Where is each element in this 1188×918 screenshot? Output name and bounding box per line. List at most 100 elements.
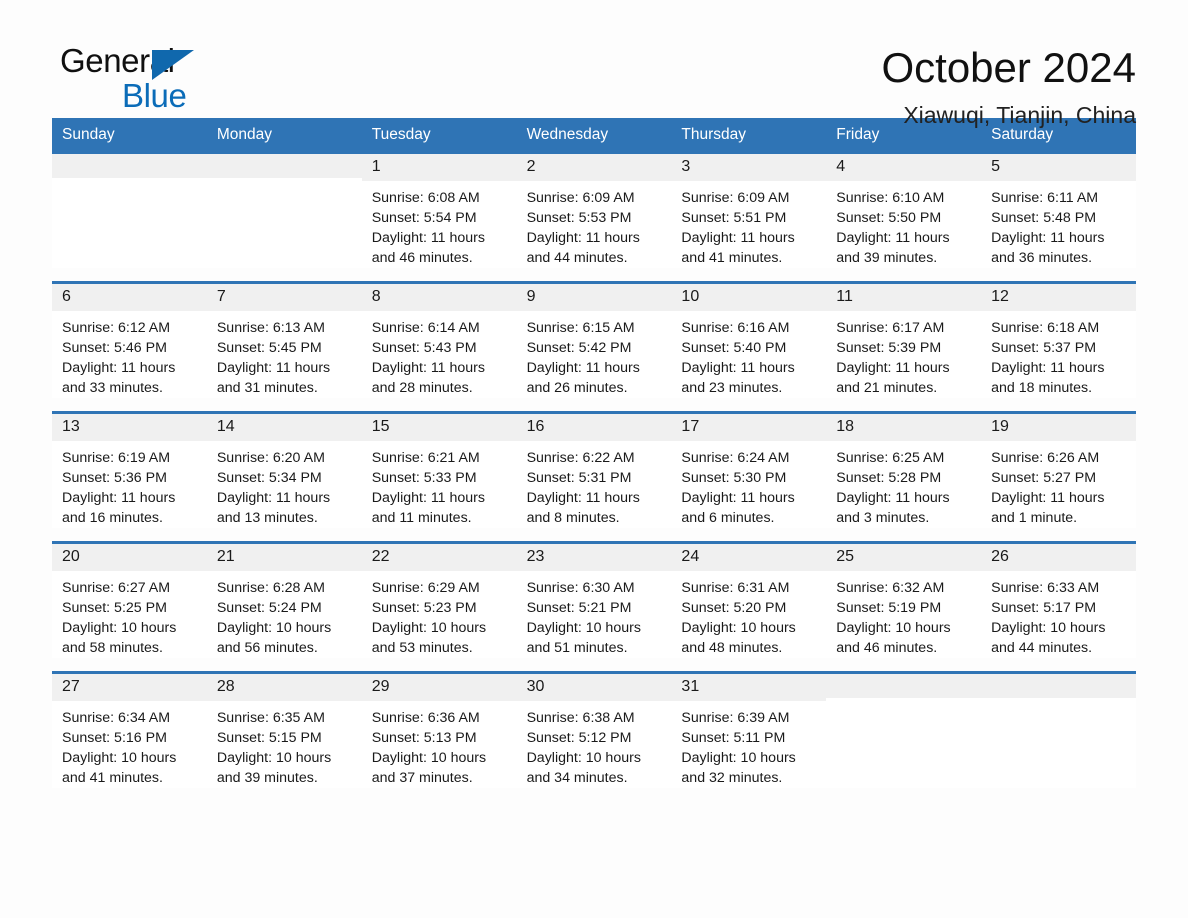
- day-details: Sunrise: 6:08 AM Sunset: 5:54 PM Daylight:…: [362, 181, 517, 268]
- day-number: 27: [52, 673, 207, 701]
- day-cell[interactable]: 2 Sunrise: 6:09 AM Sunset: 5:53 PM Daylight…: [516, 153, 672, 268]
- day-cell[interactable]: 21 Sunrise: 6:28 AM Sunset: 5:24 PM Dayligh…: [206, 543, 362, 658]
- day-cell[interactable]: 5 Sunrise: 6:11 AM Sunset: 5:48 PM Daylight…: [981, 153, 1136, 268]
- day-number: [206, 153, 362, 178]
- sunset-text: Sunset: 5:24 PM: [216, 599, 322, 616]
- sunset-text: Sunset: 5:42 PM: [526, 339, 632, 356]
- daylight-text: Daylight: 10 hours and 48 minutes.: [681, 619, 796, 656]
- general-blue-logo: General Blue: [52, 44, 242, 116]
- day-number: 31: [671, 673, 827, 701]
- sunset-text: Sunset: 5:31 PM: [526, 469, 632, 486]
- day-cell[interactable]: 7 Sunrise: 6:13 AM Sunset: 5:45 PM Daylight…: [206, 283, 362, 398]
- day-cell[interactable]: 24 Sunrise: 6:31 AM Sunset: 5:20 PM Dayligh…: [671, 543, 827, 658]
- calendar-week-row: 27 Sunrise: 6:34 AM Sunset: 5:16 PM Dayligh…: [52, 670, 1136, 788]
- day-cell[interactable]: 30 Sunrise: 6:38 AM Sunset: 5:12 PM Dayligh…: [516, 673, 672, 788]
- day-cell[interactable]: 28 Sunrise: 6:35 AM Sunset: 5:15 PM Dayligh…: [206, 673, 362, 788]
- day-cell[interactable]: 25 Sunrise: 6:32 AM Sunset: 5:19 PM Dayligh…: [826, 543, 982, 658]
- sunset-text: Sunset: 5:15 PM: [216, 729, 322, 746]
- day-cell[interactable]: 31 Sunrise: 6:39 AM Sunset: 5:11 PM Dayligh…: [671, 673, 827, 788]
- day-cell[interactable]: 8 Sunrise: 6:14 AM Sunset: 5:43 PM Daylight…: [361, 283, 517, 398]
- day-cell[interactable]: 10 Sunrise: 6:16 AM Sunset: 5:40 PM Dayligh…: [671, 283, 827, 398]
- day-cell[interactable]: 17 Sunrise: 6:24 AM Sunset: 5:30 PM Dayligh…: [671, 413, 827, 528]
- sunrise-text: Sunrise: 6:08 AM: [371, 189, 480, 206]
- daylight-text: Daylight: 11 hours and 18 minutes.: [991, 359, 1105, 396]
- day-details: Sunrise: 6:39 AM Sunset: 5:11 PM Daylight:…: [671, 701, 826, 788]
- calendar-week-row: 20 Sunrise: 6:27 AM Sunset: 5:25 PM Dayligh…: [52, 540, 1136, 658]
- daylight-text: Daylight: 11 hours and 13 minutes.: [216, 489, 331, 526]
- page-header: General Blue October 2024 Xiawuqi, Tianj…: [52, 0, 1136, 128]
- sunrise-text: Sunrise: 6:29 AM: [371, 579, 480, 596]
- day-cell[interactable]: 19 Sunrise: 6:26 AM Sunset: 5:27 PM Dayligh…: [981, 413, 1136, 528]
- title-block: October 2024 Xiawuqi, Tianjin, China: [881, 44, 1136, 129]
- day-number: 1: [361, 153, 517, 181]
- sunset-text: Sunset: 5:48 PM: [991, 209, 1097, 226]
- day-cell[interactable]: 12 Sunrise: 6:18 AM Sunset: 5:37 PM Dayligh…: [981, 283, 1136, 398]
- day-cell[interactable]: 1 Sunrise: 6:08 AM Sunset: 5:54 PM Daylight…: [361, 153, 517, 268]
- day-details: Sunrise: 6:12 AM Sunset: 5:46 PM Daylight:…: [52, 311, 207, 398]
- sunrise-text: Sunrise: 6:22 AM: [526, 449, 635, 466]
- daylight-text: Daylight: 11 hours and 16 minutes.: [62, 489, 176, 526]
- sunset-text: Sunset: 5:20 PM: [681, 599, 787, 616]
- day-details: Sunrise: 6:14 AM Sunset: 5:43 PM Daylight:…: [362, 311, 517, 398]
- day-details: Sunrise: 6:09 AM Sunset: 5:51 PM Daylight:…: [671, 181, 826, 268]
- day-number: 22: [361, 543, 517, 571]
- day-number: 30: [516, 673, 672, 701]
- logo-word-blue: Blue: [122, 77, 187, 114]
- sunset-text: Sunset: 5:53 PM: [526, 209, 632, 226]
- day-cell[interactable]: 11 Sunrise: 6:17 AM Sunset: 5:39 PM Dayligh…: [826, 283, 982, 398]
- day-cell-empty: [52, 153, 207, 268]
- day-cell[interactable]: 6 Sunrise: 6:12 AM Sunset: 5:46 PM Daylight…: [52, 283, 207, 398]
- day-number: 21: [206, 543, 362, 571]
- day-cell[interactable]: 4 Sunrise: 6:10 AM Sunset: 5:50 PM Daylight…: [826, 153, 982, 268]
- calendar-week-row: 6 Sunrise: 6:12 AM Sunset: 5:46 PM Daylight…: [52, 280, 1136, 398]
- day-details: Sunrise: 6:17 AM Sunset: 5:39 PM Daylight:…: [826, 311, 981, 398]
- day-cell[interactable]: 18 Sunrise: 6:25 AM Sunset: 5:28 PM Dayligh…: [826, 413, 982, 528]
- day-number: 10: [671, 283, 827, 311]
- daylight-text: Daylight: 11 hours and 39 minutes.: [836, 229, 950, 266]
- day-details: Sunrise: 6:10 AM Sunset: 5:50 PM Daylight:…: [826, 181, 981, 268]
- sunset-text: Sunset: 5:37 PM: [991, 339, 1097, 356]
- sunrise-text: Sunrise: 6:30 AM: [526, 579, 635, 596]
- day-cell[interactable]: 20 Sunrise: 6:27 AM Sunset: 5:25 PM Dayligh…: [52, 543, 207, 658]
- sunset-text: Sunset: 5:39 PM: [836, 339, 942, 356]
- logo-word-general: General: [60, 42, 175, 79]
- day-cell[interactable]: 22 Sunrise: 6:29 AM Sunset: 5:23 PM Dayligh…: [361, 543, 517, 658]
- sunrise-text: Sunrise: 6:12 AM: [62, 319, 171, 336]
- sunset-text: Sunset: 5:34 PM: [216, 469, 322, 486]
- day-details: Sunrise: 6:27 AM Sunset: 5:25 PM Daylight:…: [52, 571, 207, 658]
- sunrise-text: Sunrise: 6:09 AM: [526, 189, 635, 206]
- day-cell[interactable]: 14 Sunrise: 6:20 AM Sunset: 5:34 PM Dayligh…: [206, 413, 362, 528]
- day-details: Sunrise: 6:11 AM Sunset: 5:48 PM Daylight:…: [981, 181, 1136, 268]
- day-cell[interactable]: 15 Sunrise: 6:21 AM Sunset: 5:33 PM Dayligh…: [361, 413, 517, 528]
- sunrise-text: Sunrise: 6:13 AM: [216, 319, 325, 336]
- sunrise-text: Sunrise: 6:10 AM: [836, 189, 945, 206]
- sunset-text: Sunset: 5:13 PM: [371, 729, 477, 746]
- day-cell[interactable]: 9 Sunrise: 6:15 AM Sunset: 5:42 PM Daylight…: [516, 283, 672, 398]
- day-cell[interactable]: 29 Sunrise: 6:36 AM Sunset: 5:13 PM Dayligh…: [361, 673, 517, 788]
- daylight-text: Daylight: 11 hours and 1 minute.: [991, 489, 1105, 526]
- day-cell[interactable]: 23 Sunrise: 6:30 AM Sunset: 5:21 PM Dayligh…: [516, 543, 672, 658]
- day-cell[interactable]: 3 Sunrise: 6:09 AM Sunset: 5:51 PM Daylight…: [671, 153, 827, 268]
- sunset-text: Sunset: 5:12 PM: [526, 729, 632, 746]
- weekday-header-sunday: Sunday: [62, 126, 115, 143]
- day-number: 8: [361, 283, 517, 311]
- sunrise-text: Sunrise: 6:35 AM: [216, 709, 325, 726]
- sunset-text: Sunset: 5:17 PM: [991, 599, 1097, 616]
- calendar-page: General Blue October 2024 Xiawuqi, Tianj…: [0, 0, 1188, 918]
- day-details: Sunrise: 6:36 AM Sunset: 5:13 PM Daylight:…: [362, 701, 517, 788]
- sunrise-text: Sunrise: 6:16 AM: [681, 319, 790, 336]
- sunset-text: Sunset: 5:54 PM: [371, 209, 477, 226]
- daylight-text: Daylight: 11 hours and 33 minutes.: [62, 359, 176, 396]
- day-cell[interactable]: 27 Sunrise: 6:34 AM Sunset: 5:16 PM Dayligh…: [52, 673, 207, 788]
- sunrise-text: Sunrise: 6:26 AM: [991, 449, 1100, 466]
- day-details: Sunrise: 6:34 AM Sunset: 5:16 PM Daylight:…: [52, 701, 207, 788]
- sunrise-text: Sunrise: 6:11 AM: [991, 189, 1099, 206]
- sunrise-text: Sunrise: 6:09 AM: [681, 189, 790, 206]
- day-cell[interactable]: 26 Sunrise: 6:33 AM Sunset: 5:17 PM Dayligh…: [981, 543, 1136, 658]
- day-number: [826, 673, 982, 698]
- day-cell[interactable]: 16 Sunrise: 6:22 AM Sunset: 5:31 PM Dayligh…: [516, 413, 672, 528]
- daylight-text: Daylight: 11 hours and 23 minutes.: [681, 359, 795, 396]
- day-cell[interactable]: 13 Sunrise: 6:19 AM Sunset: 5:36 PM Dayligh…: [52, 413, 207, 528]
- daylight-text: Daylight: 10 hours and 44 minutes.: [991, 619, 1106, 656]
- day-details: Sunrise: 6:09 AM Sunset: 5:53 PM Daylight:…: [517, 181, 672, 268]
